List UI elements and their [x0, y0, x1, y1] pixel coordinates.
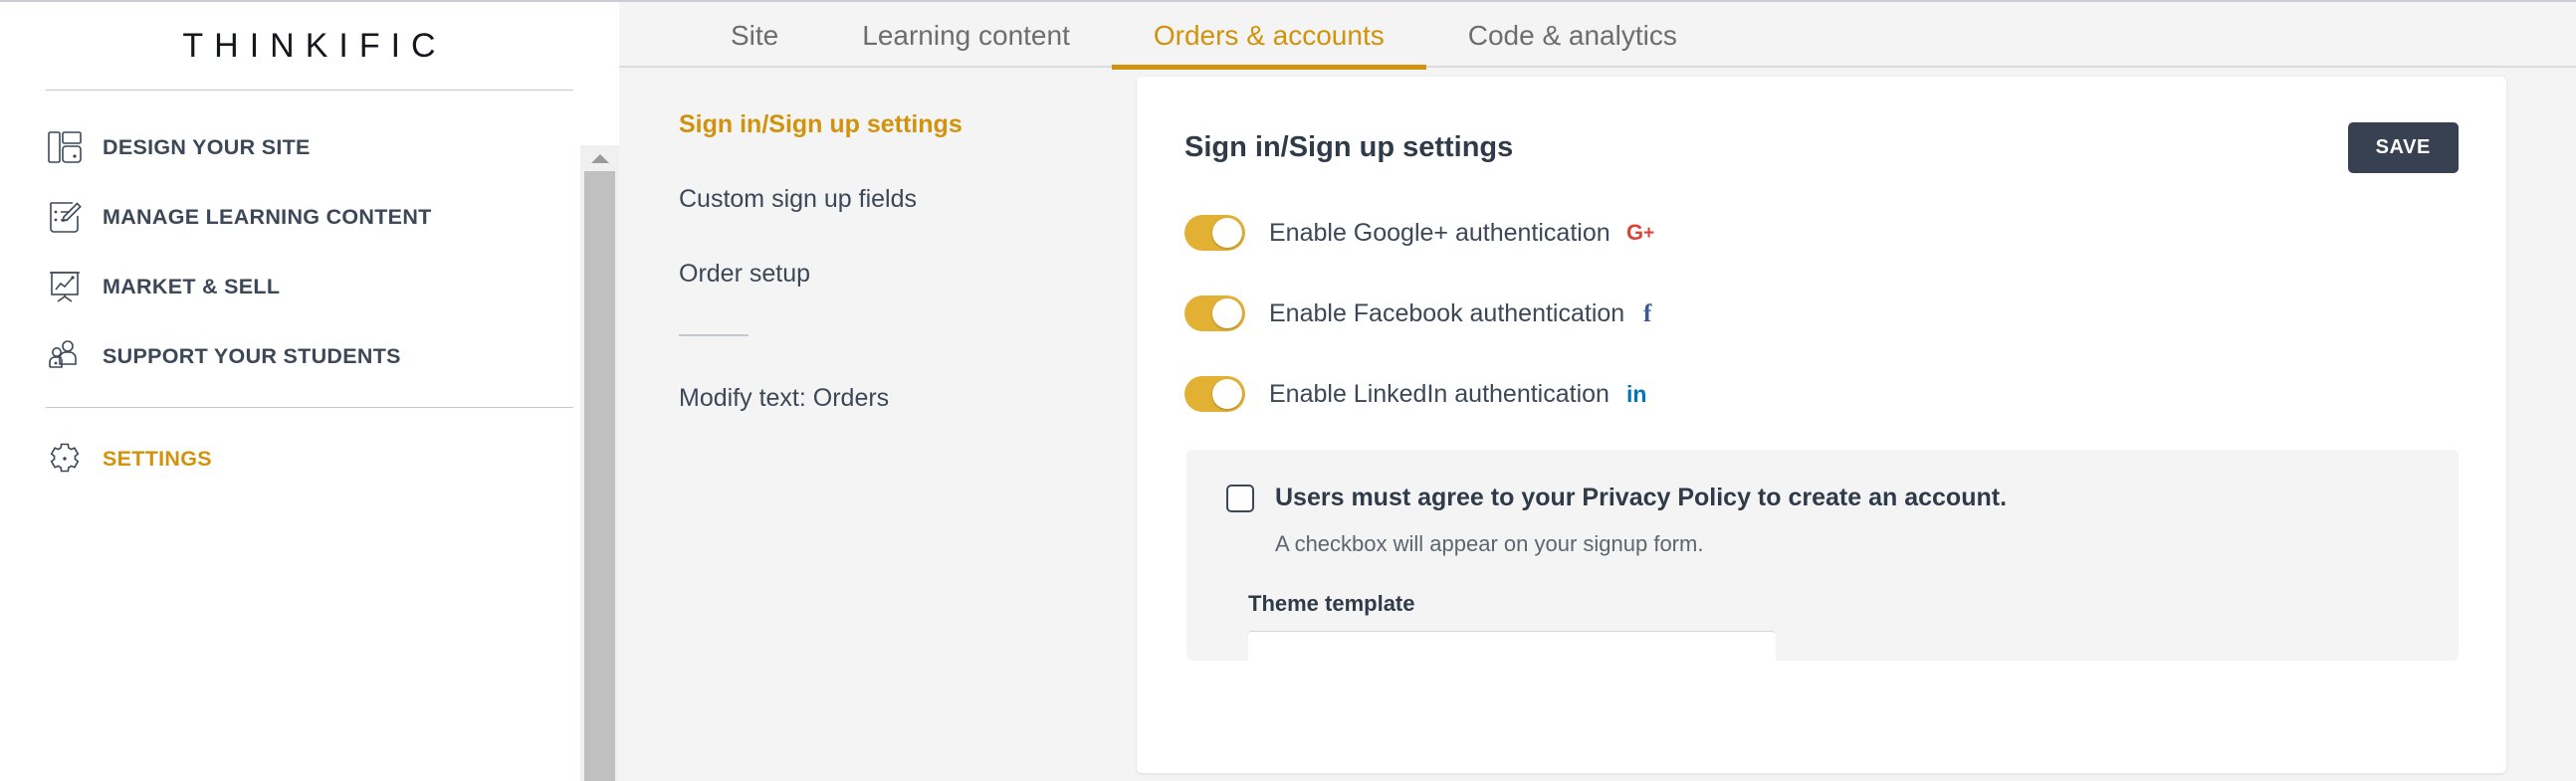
privacy-policy-help-text: A checkbox will appear on your signup fo…: [1275, 531, 1704, 556]
sidebar-item-label: DESIGN YOUR SITE: [103, 134, 311, 159]
subnav-divider: [679, 334, 749, 336]
page-title: Sign in/Sign up settings: [1184, 131, 1514, 163]
toggle-knob: [1212, 298, 1242, 328]
save-button[interactable]: SAVE: [2347, 122, 2459, 173]
subnav-item-modify-text-orders[interactable]: Modify text: Orders: [679, 384, 1137, 413]
sidebar-item-market-and-sell[interactable]: MARKET & SELL: [0, 252, 619, 321]
sidebar-scrollbar[interactable]: [580, 145, 619, 781]
toggle-knob: [1212, 218, 1242, 248]
facebook-auth-toggle[interactable]: [1184, 295, 1245, 331]
tab-label: Code & analytics: [1467, 20, 1677, 51]
presentation-chart-icon: [45, 267, 85, 306]
privacy-policy-label: Users must agree to your Privacy Policy …: [1275, 484, 2008, 511]
svg-text:in: in: [1626, 381, 1646, 407]
brand-logo-text: THINKIFIC: [182, 26, 447, 65]
tab-label: Site: [731, 20, 779, 51]
tab-label: Learning content: [862, 20, 1070, 51]
tab-site[interactable]: Site: [689, 2, 820, 70]
top-tabbar: Site Learning content Orders & accounts …: [619, 0, 2576, 70]
google-auth-toggle[interactable]: [1184, 215, 1245, 251]
linkedin-icon: in: [1625, 380, 1655, 408]
toggle-label: Enable Facebook authentication: [1269, 298, 1625, 327]
theme-template-label: Theme template: [1248, 591, 1415, 616]
content-area: Site Learning content Orders & accounts …: [619, 0, 2576, 781]
primary-sidebar: THINKIFIC DESIGN YOUR SITE MANAGE LEARNI…: [0, 0, 619, 781]
subnav-item-order-setup[interactable]: Order setup: [679, 260, 1137, 289]
settings-card: Sign in/Sign up settings SAVE Enable Goo…: [1137, 77, 2506, 773]
sidebar-section-divider: [46, 407, 573, 408]
edit-document-icon: [45, 197, 85, 237]
card-header: Sign in/Sign up settings SAVE: [1184, 122, 2459, 173]
subnav-item-custom-sign-up-fields[interactable]: Custom sign up fields: [679, 185, 1137, 214]
facebook-icon: f: [1640, 299, 1660, 327]
app-root: THINKIFIC DESIGN YOUR SITE MANAGE LEARNI…: [0, 0, 2576, 781]
google-plus-icon: G +: [1626, 219, 1656, 247]
brand-logo: THINKIFIC: [0, 2, 619, 90]
layout-icon: [45, 127, 85, 167]
sidebar-item-settings[interactable]: SETTINGS: [0, 424, 619, 493]
tab-orders-and-accounts[interactable]: Orders & accounts: [1111, 2, 1426, 70]
toggle-label: Enable LinkedIn authentication: [1269, 379, 1610, 408]
privacy-policy-row: Users must agree to your Privacy Policy …: [1226, 484, 2419, 512]
sidebar-item-support-your-students[interactable]: SUPPORT YOUR STUDENTS: [0, 321, 619, 391]
people-icon: [45, 336, 85, 376]
svg-text:G: G: [1626, 220, 1643, 245]
settings-subnav: Sign in/Sign up settings Custom sign up …: [619, 68, 1137, 781]
toggle-knob: [1212, 379, 1242, 409]
svg-text:+: +: [1643, 223, 1654, 244]
gear-icon: [45, 439, 85, 479]
subnav-item-sign-in-sign-up-settings[interactable]: Sign in/Sign up settings: [679, 110, 1137, 139]
toggle-label: Enable Google+ authentication: [1269, 218, 1610, 247]
tab-learning-content[interactable]: Learning content: [820, 2, 1112, 70]
scrollbar-thumb[interactable]: [584, 171, 615, 781]
auth-toggle-list: Enable Google+ authentication G + Enable…: [1184, 208, 2459, 419]
main-card-wrapper: Sign in/Sign up settings SAVE Enable Goo…: [1137, 68, 2576, 781]
toggle-row-facebook: Enable Facebook authentication f: [1184, 289, 2459, 338]
tab-code-and-analytics[interactable]: Code & analytics: [1426, 2, 1719, 70]
sidebar-item-label: MARKET & SELL: [103, 274, 281, 298]
toggle-row-linkedin: Enable LinkedIn authentication in: [1184, 369, 2459, 419]
svg-text:f: f: [1643, 300, 1652, 327]
tab-label: Orders & accounts: [1153, 20, 1385, 51]
linkedin-auth-toggle[interactable]: [1184, 376, 1245, 412]
sidebar-item-label: MANAGE LEARNING CONTENT: [103, 204, 432, 229]
privacy-policy-checkbox[interactable]: [1226, 484, 1254, 512]
theme-template-select[interactable]: [1248, 631, 1776, 661]
toggle-row-google: Enable Google+ authentication G +: [1184, 208, 2459, 258]
sidebar-item-label: SUPPORT YOUR STUDENTS: [103, 343, 401, 368]
sidebar-item-manage-learning-content[interactable]: MANAGE LEARNING CONTENT: [0, 182, 619, 252]
sidebar-item-label: SETTINGS: [103, 446, 212, 471]
privacy-policy-panel: Users must agree to your Privacy Policy …: [1186, 450, 2459, 661]
sidebar-nav: DESIGN YOUR SITE MANAGE LEARNING CONTENT: [0, 91, 619, 493]
body-area: Sign in/Sign up settings Custom sign up …: [619, 68, 2576, 781]
sidebar-item-design-your-site[interactable]: DESIGN YOUR SITE: [0, 112, 619, 182]
scroll-up-arrow-icon[interactable]: [580, 145, 619, 171]
